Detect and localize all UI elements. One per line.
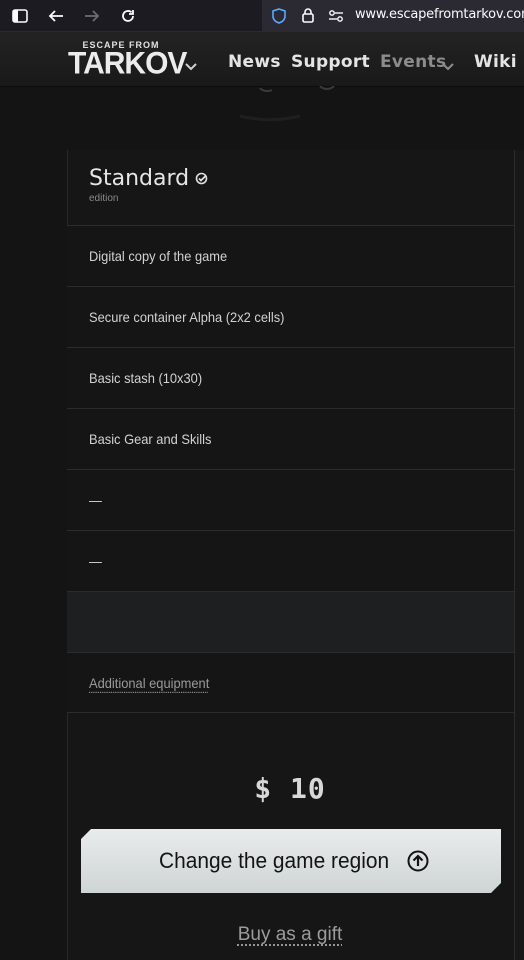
change-region-label: Change the game region (158, 848, 390, 873)
feature-text: — (89, 553, 102, 569)
forward-icon[interactable] (80, 0, 104, 31)
feature-row: Basic stash (10x30) (67, 347, 514, 408)
tarkov-logo[interactable]: ESCAPE FROM TARKOV (68, 40, 187, 81)
divider (67, 712, 514, 713)
nav-wiki[interactable]: Wiki (474, 52, 517, 72)
back-icon[interactable] (44, 0, 68, 31)
verified-check-icon (195, 172, 208, 190)
arrow-up-circle-icon (407, 850, 429, 872)
shield-icon[interactable] (268, 0, 290, 31)
nav-news[interactable]: News (228, 52, 281, 72)
lock-icon[interactable] (298, 0, 318, 31)
edition-subtitle: edition (89, 193, 119, 204)
nav-support[interactable]: Support (291, 52, 370, 72)
nav-events[interactable]: Events (380, 52, 446, 72)
background-artwork (239, 86, 335, 122)
feature-text: — (89, 492, 102, 508)
feature-text: Digital copy of the game (89, 248, 228, 264)
feature-text: Basic stash (10x30) (89, 370, 203, 386)
buy-as-gift-link[interactable]: Buy as a gift (0, 924, 524, 946)
edition-title: Standard (89, 166, 190, 191)
feature-text: Basic Gear and Skills (89, 431, 212, 447)
reload-icon[interactable] (116, 0, 140, 31)
feature-row-empty (67, 591, 514, 652)
url-text[interactable]: www.escapefromtarkov.com (355, 7, 524, 22)
additional-equipment-link[interactable]: Additional equipment (89, 653, 209, 713)
logo-main-text: TARKOV (68, 46, 187, 81)
chevron-down-icon[interactable] (442, 58, 454, 76)
sidebar-toggle-icon[interactable] (8, 0, 32, 31)
price: $ 10 (254, 772, 326, 805)
permissions-icon[interactable] (326, 0, 346, 31)
change-region-button[interactable]: Change the game region (81, 829, 501, 893)
feature-row: — (67, 530, 514, 591)
feature-row: Basic Gear and Skills (67, 408, 514, 469)
feature-row: — (67, 469, 514, 530)
feature-row: Secure container Alpha (2x2 cells) (67, 286, 514, 347)
browser-toolbar: www.escapefromtarkov.com (0, 0, 524, 32)
chevron-down-icon[interactable] (185, 58, 197, 76)
additional-equipment-row: Additional equipment (67, 652, 514, 713)
next-card-edge (514, 150, 524, 960)
feature-text: Secure container Alpha (2x2 cells) (89, 309, 285, 325)
feature-row: Digital copy of the game (67, 225, 514, 286)
